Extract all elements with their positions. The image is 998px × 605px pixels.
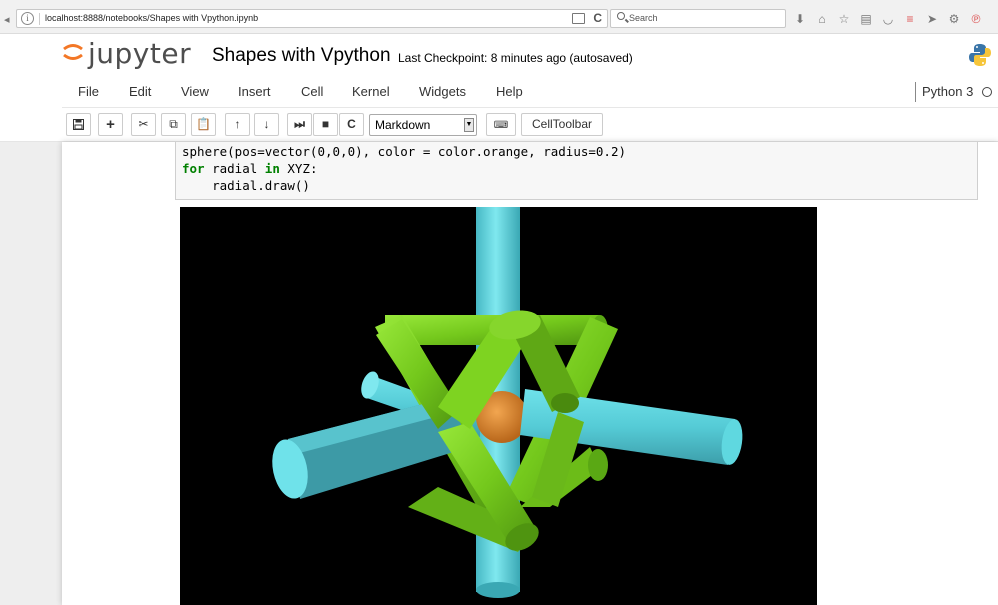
save-button[interactable] bbox=[66, 113, 91, 136]
notebook-title[interactable]: Shapes with Vpython bbox=[212, 45, 391, 67]
copy-icon: ⧉ bbox=[169, 117, 178, 131]
pinterest-icon[interactable]: ℗ bbox=[968, 11, 984, 27]
move-down-button[interactable]: ↓ bbox=[254, 113, 279, 136]
pocket-icon[interactable]: ◡ bbox=[880, 11, 896, 27]
menu-bar: File Edit View Insert Cell Kernel Widget… bbox=[0, 78, 998, 108]
kernel-status-icon bbox=[982, 87, 992, 97]
library-icon[interactable]: ▤ bbox=[858, 11, 874, 27]
jupyter-header: jupyter Shapes with Vpython Last Checkpo… bbox=[0, 34, 998, 78]
code-line: sphere(pos=vector(0,0,0), color = color.… bbox=[182, 144, 626, 159]
cut-icon: ✂ bbox=[138, 117, 149, 131]
menu-view[interactable]: View bbox=[181, 84, 209, 99]
menu-bar-inner: File Edit View Insert Cell Kernel Widget… bbox=[62, 78, 998, 108]
download-icon[interactable]: ⬇ bbox=[792, 11, 808, 27]
green-rod-end bbox=[551, 393, 579, 413]
copy-button[interactable]: ⧉ bbox=[161, 113, 186, 136]
jupyter-logo-text[interactable]: jupyter bbox=[88, 37, 191, 70]
code-text: radial bbox=[204, 161, 265, 176]
menu-insert[interactable]: Insert bbox=[238, 84, 271, 99]
paste-icon: 📋 bbox=[196, 117, 211, 131]
restart-icon: C bbox=[347, 117, 356, 131]
green-rod-end bbox=[588, 449, 608, 481]
restart-button[interactable]: C bbox=[339, 113, 364, 136]
code-cell-input[interactable]: sphere(pos=vector(0,0,0), color = color.… bbox=[175, 142, 978, 200]
back-icon[interactable]: ◂ bbox=[4, 13, 10, 26]
url-bar[interactable]: i localhost:8888/notebooks/Shapes with V… bbox=[16, 9, 608, 28]
url-text[interactable]: localhost:8888/notebooks/Shapes with Vpy… bbox=[45, 13, 258, 23]
code-keyword: in bbox=[264, 161, 280, 176]
cell-type-select[interactable]: Markdown ▼ bbox=[369, 114, 477, 136]
stop-icon: ■ bbox=[321, 117, 330, 131]
cut-button[interactable]: ✂ bbox=[131, 113, 156, 136]
search-input[interactable]: Search bbox=[610, 9, 786, 28]
menu-cell[interactable]: Cell bbox=[301, 84, 323, 99]
checkpoint-status: Last Checkpoint: 8 minutes ago (autosave… bbox=[398, 51, 633, 65]
run-button[interactable]: ⏭ bbox=[287, 113, 312, 136]
browser-toolbar-icons: ⬇ ⌂ ☆ ▤ ◡ ≡ ➤ ⚙ ℗ bbox=[792, 9, 984, 28]
code-text: XYZ: bbox=[279, 161, 318, 176]
celltoolbar-button[interactable]: CellToolbar bbox=[521, 113, 603, 136]
move-up-button[interactable]: ↑ bbox=[225, 113, 250, 136]
run-icon: ⏭ bbox=[294, 117, 305, 131]
notebook-toolbar: + ✂ ⧉ 📋 ↑ ↓ ⏭ ■ C Markdown ▼ ⌨ CellToolb… bbox=[0, 108, 998, 142]
arrow-up-icon: ↑ bbox=[234, 117, 241, 131]
keyboard-icon: ⌨ bbox=[493, 120, 509, 131]
cylinder-vertical-end bbox=[476, 582, 520, 598]
bookmark-star-icon[interactable]: ☆ bbox=[836, 11, 852, 27]
menu-widgets[interactable]: Widgets bbox=[419, 84, 466, 99]
search-placeholder: Search bbox=[629, 13, 658, 23]
vpython-scene bbox=[272, 207, 743, 598]
reload-icon[interactable]: C bbox=[593, 11, 602, 25]
jupyter-logo-icon[interactable] bbox=[62, 41, 84, 63]
send-icon[interactable]: ➤ bbox=[924, 11, 940, 27]
menu-file[interactable]: File bbox=[78, 84, 99, 99]
menu-kernel[interactable]: Kernel bbox=[352, 84, 390, 99]
code-text: radial.draw() bbox=[182, 178, 310, 193]
code-line: for radial in XYZ: bbox=[182, 161, 318, 176]
arrow-down-icon: ↓ bbox=[263, 117, 270, 131]
python-logo-icon bbox=[969, 44, 991, 66]
kernel-name: Python 3 bbox=[922, 84, 974, 99]
extension-icon[interactable]: ≡ bbox=[902, 11, 918, 27]
code-line: radial.draw() bbox=[182, 178, 310, 193]
save-icon bbox=[73, 119, 84, 130]
plus-icon: + bbox=[106, 116, 115, 133]
interrupt-button[interactable]: ■ bbox=[313, 113, 338, 136]
kernel-divider bbox=[915, 82, 916, 102]
menu-help[interactable]: Help bbox=[496, 84, 523, 99]
command-palette-button[interactable]: ⌨ bbox=[486, 113, 516, 136]
home-icon[interactable]: ⌂ bbox=[814, 11, 830, 27]
vpython-canvas[interactable] bbox=[180, 207, 817, 605]
menu-edit[interactable]: Edit bbox=[129, 84, 151, 99]
settings-icon[interactable]: ⚙ bbox=[946, 11, 962, 27]
insert-cell-button[interactable]: + bbox=[98, 113, 123, 136]
browser-toolbar: ◂ i localhost:8888/notebooks/Shapes with… bbox=[0, 0, 998, 34]
url-divider bbox=[39, 13, 40, 25]
paste-button[interactable]: 📋 bbox=[191, 113, 216, 136]
code-text: sphere(pos=vector(0,0,0), color = color.… bbox=[182, 144, 627, 159]
reader-view-icon[interactable] bbox=[572, 13, 585, 24]
info-icon[interactable]: i bbox=[21, 12, 34, 25]
code-keyword: for bbox=[182, 161, 205, 176]
cell-type-value: Markdown bbox=[375, 118, 431, 132]
chevron-down-icon: ▼ bbox=[464, 118, 474, 132]
search-icon bbox=[617, 12, 625, 20]
